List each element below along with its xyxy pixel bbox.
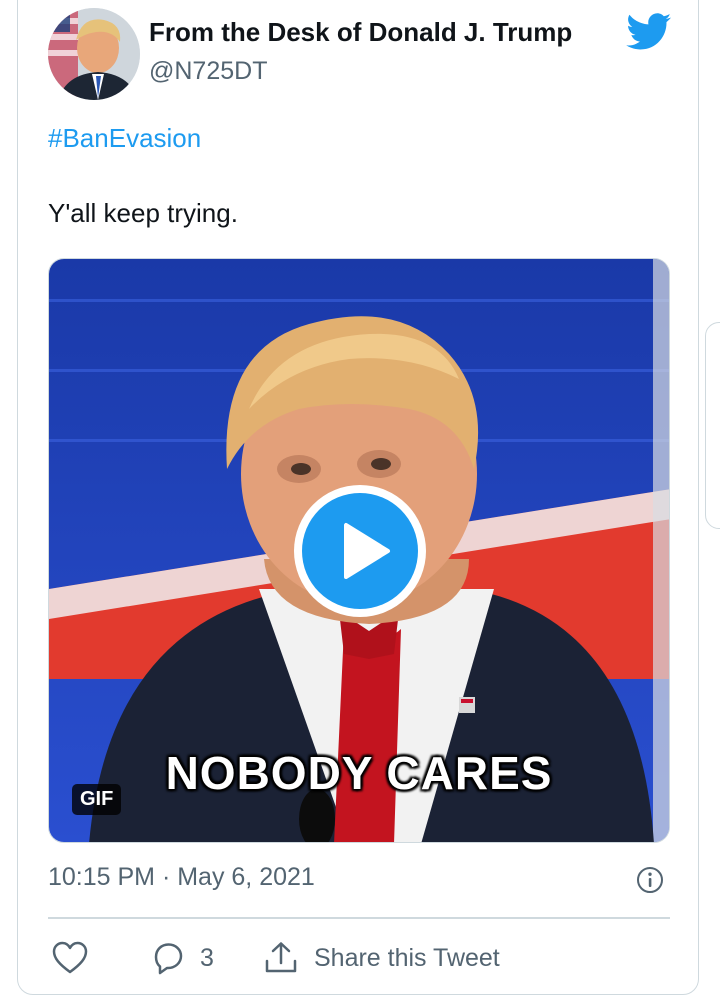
share-label: Share this Tweet (314, 943, 500, 972)
play-button[interactable] (294, 485, 426, 617)
hashtag-link[interactable]: #BanEvasion (48, 123, 201, 154)
info-icon[interactable] (636, 866, 664, 894)
adjacent-card-edge (705, 322, 720, 529)
author-handle[interactable]: @N725DT (149, 57, 267, 86)
like-button[interactable] (52, 938, 88, 978)
tweet-text: Y'all keep trying. (48, 198, 238, 228)
reply-icon (154, 943, 183, 975)
tweet-timestamp[interactable]: 10:15 PM · May 6, 2021 (48, 863, 315, 892)
twitter-logo-icon[interactable] (626, 13, 672, 51)
reply-count: 3 (200, 943, 214, 972)
gif-badge: GIF (72, 784, 122, 815)
share-button[interactable]: Share this Tweet (262, 938, 500, 978)
reply-button[interactable]: 3 (150, 938, 214, 978)
share-icon (265, 942, 297, 973)
heart-icon (52, 941, 88, 974)
play-icon (344, 523, 390, 579)
author-name[interactable]: From the Desk of Donald J. Trump (149, 17, 572, 48)
divider (48, 917, 670, 919)
author-avatar[interactable] (48, 8, 140, 100)
